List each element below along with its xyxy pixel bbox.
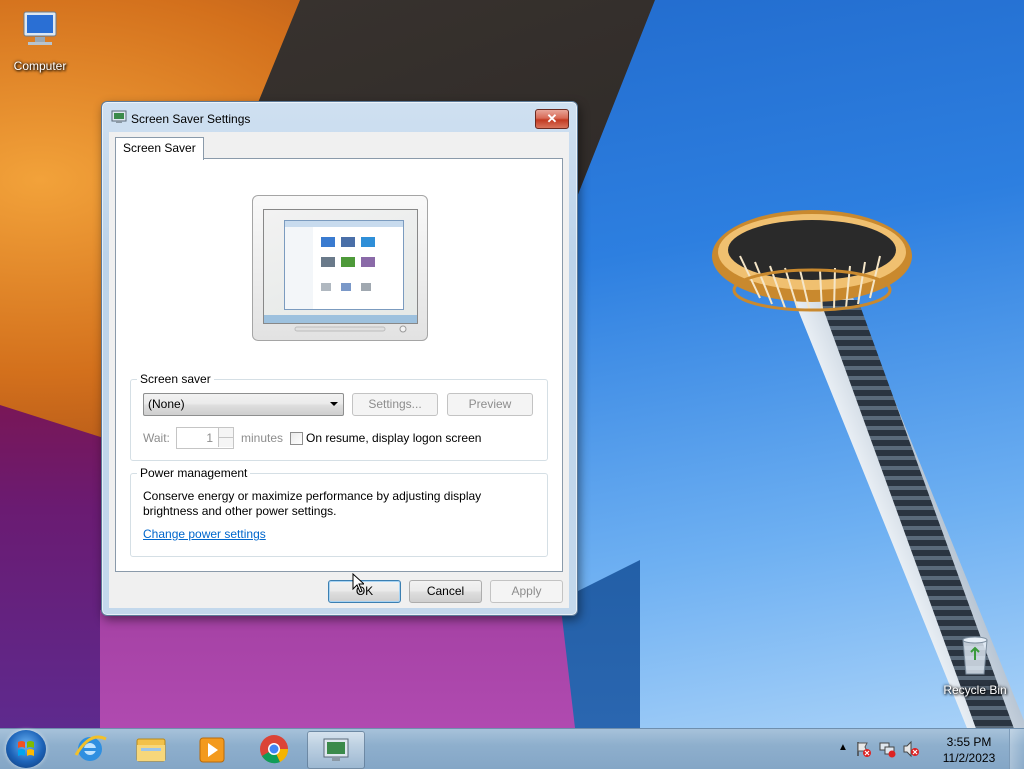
- taskbar-file-explorer[interactable]: [123, 731, 179, 767]
- dialog-title: Screen Saver Settings: [131, 112, 251, 126]
- tab-screen-saver[interactable]: Screen Saver: [115, 137, 204, 160]
- mouse-cursor-icon: [352, 573, 364, 593]
- desktop-icon-recycle-bin[interactable]: Recycle Bin: [935, 632, 1015, 697]
- chrome-icon: [260, 735, 289, 764]
- preview-window-thumbnail: [284, 220, 404, 310]
- preview-taskbar: [264, 315, 417, 323]
- spinner-down-icon[interactable]: [218, 438, 233, 447]
- desktop-icon-label: Computer: [13, 59, 67, 73]
- screen-saver-settings-dialog: Screen Saver Settings ✕ Screen Saver Scr…: [101, 101, 578, 616]
- clock-date: 11/2/2023: [942, 751, 996, 765]
- network-icon[interactable]: [878, 740, 896, 758]
- chevron-down-icon: [330, 402, 338, 406]
- wait-label: Wait:: [143, 431, 170, 445]
- show-hidden-icons-chevron[interactable]: ▲: [838, 742, 848, 753]
- power-management-group: Power management Conserve energy or maxi…: [130, 466, 548, 557]
- taskbar-clock[interactable]: 3:55 PM 11/2/2023: [934, 734, 1004, 766]
- computer-icon: [23, 11, 57, 45]
- screen-saver-app-icon: [111, 110, 127, 123]
- screen-saver-select[interactable]: (None): [143, 393, 344, 416]
- settings-button[interactable]: Settings...: [352, 393, 438, 416]
- volume-muted-icon[interactable]: [902, 740, 920, 758]
- screen-saver-preview-monitor: [252, 195, 428, 341]
- system-tray: ▲ 3:55 PM 11/2/2023: [834, 729, 1024, 769]
- apply-button[interactable]: Apply: [490, 580, 563, 603]
- change-power-settings-link[interactable]: Change power settings: [143, 527, 266, 541]
- tab-panel-screen-saver: Screen saver (None) Settings... Preview …: [115, 158, 563, 572]
- power-management-description: Conserve energy or maximize performance …: [143, 489, 481, 519]
- power-management-group-label: Power management: [137, 466, 251, 480]
- spinner-up-icon[interactable]: [218, 428, 233, 438]
- recycle-bin-icon: [962, 636, 988, 675]
- preview-screen: [263, 209, 418, 324]
- screen-saver-group-label: Screen saver: [137, 372, 214, 386]
- taskbar-internet-explorer[interactable]: [62, 731, 118, 767]
- preview-button[interactable]: Preview: [447, 393, 533, 416]
- dialog-client-area: Screen Saver Screen saver (None) Setting…: [109, 132, 569, 608]
- clock-time: 3:55 PM: [946, 735, 992, 749]
- windows-start-icon: [18, 741, 34, 756]
- screen-saver-settings-icon: [323, 738, 349, 761]
- wait-minutes-value: 1: [206, 431, 213, 445]
- start-button[interactable]: [6, 730, 46, 768]
- taskbar-screen-saver-settings[interactable]: [307, 731, 365, 769]
- close-button[interactable]: ✕: [535, 109, 569, 129]
- desktop-icon-computer[interactable]: Computer: [0, 8, 80, 73]
- screen-saver-group: Screen saver (None) Settings... Preview …: [130, 372, 548, 461]
- file-explorer-icon: [136, 738, 166, 762]
- power-description-line: Conserve energy or maximize performance …: [143, 489, 482, 503]
- resume-logon-label[interactable]: On resume, display logon screen: [306, 431, 481, 445]
- power-description-line: brightness and other power settings.: [143, 504, 337, 518]
- ok-button[interactable]: OK: [328, 580, 401, 603]
- minutes-label: minutes: [241, 431, 284, 445]
- taskbar: ▲ 3:55 PM 11/2/2023: [0, 728, 1024, 769]
- close-icon: ✕: [546, 111, 558, 126]
- action-center-flag-icon[interactable]: [854, 740, 872, 758]
- monitor-power-button-icon: [294, 325, 407, 333]
- taskbar-chrome[interactable]: [246, 731, 302, 767]
- cancel-button[interactable]: Cancel: [409, 580, 482, 603]
- media-player-icon: [199, 737, 225, 763]
- dialog-titlebar[interactable]: Screen Saver Settings ✕: [102, 102, 577, 134]
- wallpaper-needle-top: [712, 210, 912, 313]
- wait-minutes-spinner[interactable]: 1: [176, 427, 234, 449]
- taskbar-media-player[interactable]: [184, 731, 240, 767]
- screen-saver-select-value: (None): [148, 397, 185, 411]
- resume-logon-checkbox[interactable]: [290, 432, 303, 445]
- desktop-icon-label: Recycle Bin: [943, 683, 1007, 697]
- show-desktop-button[interactable]: [1009, 729, 1024, 769]
- internet-explorer-icon: [74, 735, 107, 761]
